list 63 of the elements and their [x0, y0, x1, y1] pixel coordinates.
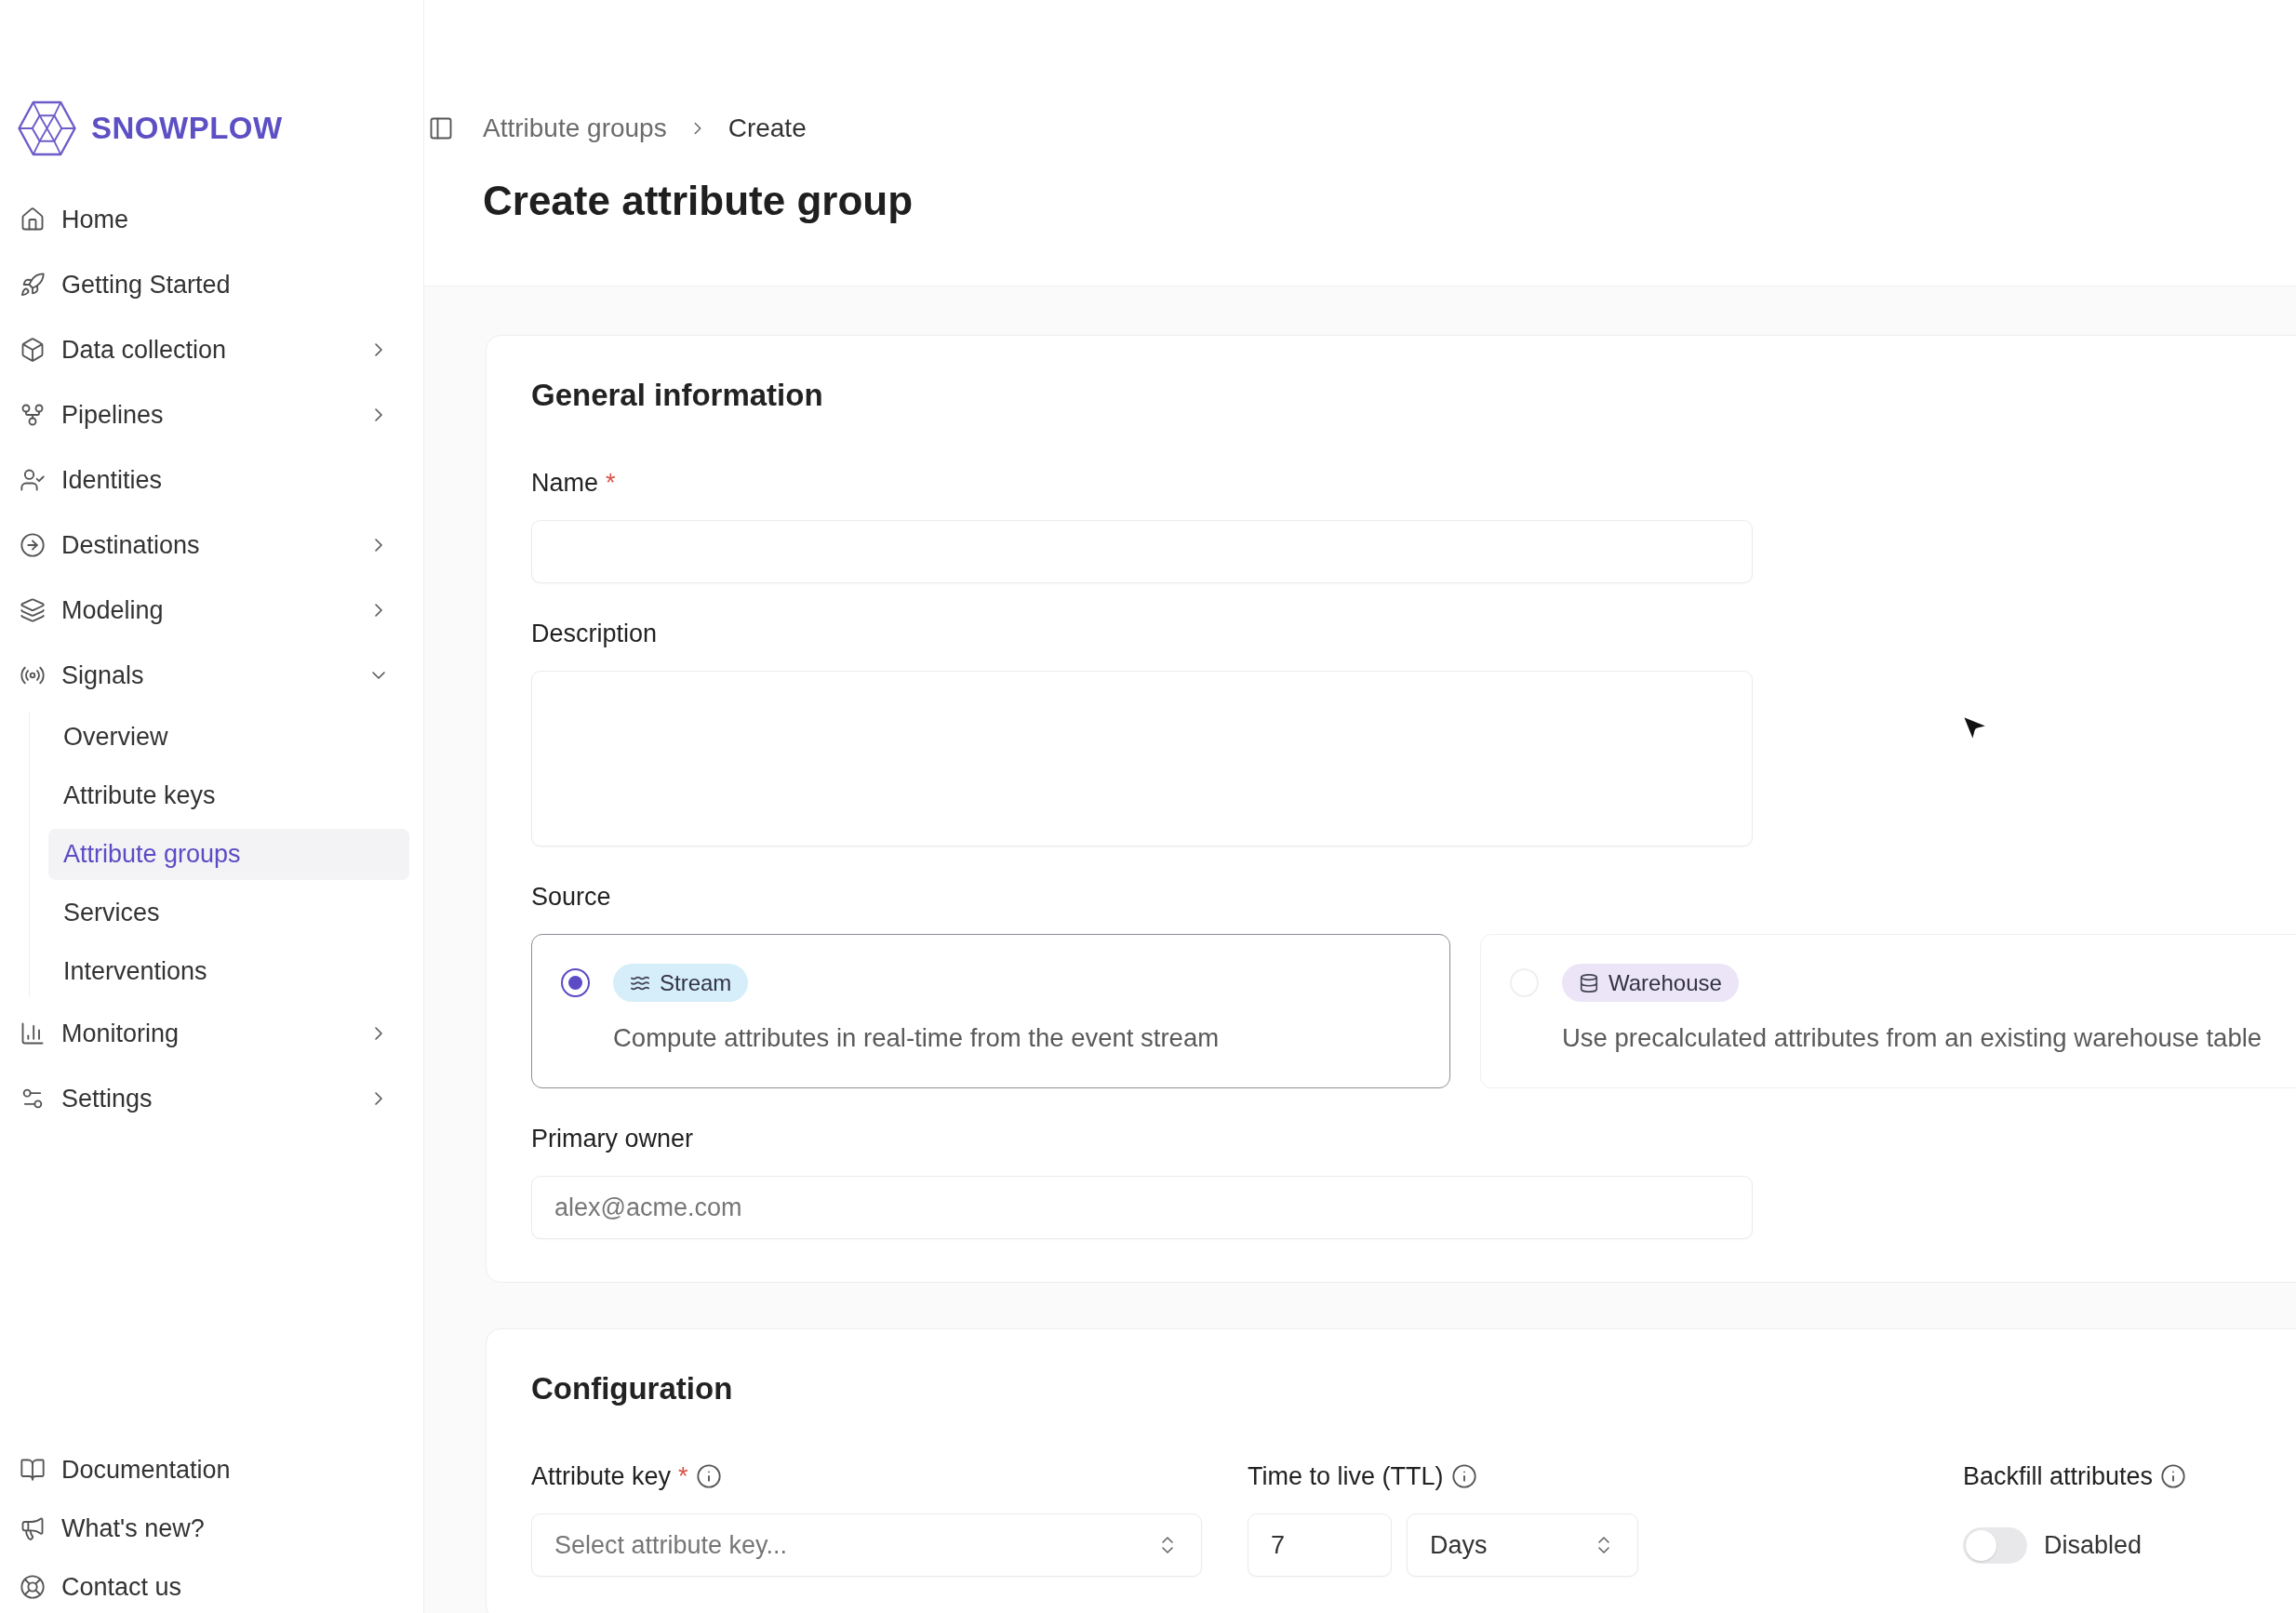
toggle-status-text: Disabled	[2044, 1530, 2142, 1560]
breadcrumb-current: Create	[728, 113, 807, 143]
nav-item[interactable]: Home	[0, 191, 409, 248]
section-title: Configuration	[531, 1370, 734, 1407]
house-icon	[20, 207, 46, 233]
nav-item[interactable]: Settings	[0, 1070, 409, 1127]
breadcrumb-link[interactable]: Attribute groups	[483, 113, 667, 143]
required-mark: *	[606, 468, 616, 498]
logo-icon	[18, 100, 76, 156]
field-label: Primary owner	[531, 1124, 694, 1153]
rocket-icon	[20, 272, 46, 298]
nav-subitem[interactable]: Attribute keys	[48, 770, 409, 821]
cube-icon	[20, 337, 46, 363]
layers-icon	[20, 597, 46, 623]
source-option-card[interactable]: Warehouse Use precalculated attributes from an existing warehouse table	[1480, 934, 2296, 1088]
field-label: Attribute key	[531, 1461, 672, 1491]
required-mark: *	[678, 1461, 688, 1491]
nav-item[interactable]: Destinations	[0, 516, 409, 574]
ttl-input[interactable]: 7	[1248, 1513, 1392, 1577]
sidebar-toggle-icon[interactable]	[428, 115, 454, 141]
nav-item[interactable]: Modeling	[0, 581, 409, 639]
megaphone-icon	[20, 1515, 46, 1541]
database-icon	[1579, 972, 1599, 993]
unit-select[interactable]: Days	[1407, 1513, 1638, 1577]
nav-item[interactable]: Getting Started	[0, 256, 409, 313]
field-label: Name	[531, 468, 599, 498]
option-description: Compute attributes in real-time from the event stream	[613, 1022, 1220, 1054]
nav-item[interactable]: Contact us	[0, 1561, 409, 1613]
arrow-circle-icon	[20, 532, 46, 558]
field-label: Description	[531, 619, 658, 648]
nav-subitem[interactable]: Services	[48, 887, 409, 939]
nav-item[interactable]: What's new?	[0, 1502, 409, 1554]
page-title: Create attribute group	[483, 177, 914, 225]
bar-chart-icon	[20, 1020, 46, 1046]
info-icon[interactable]	[695, 1463, 722, 1489]
field-label: Time to live (TTL)	[1248, 1461, 1444, 1491]
attribute-key-select[interactable]: Select attribute key...	[531, 1513, 1202, 1577]
nav-item[interactable]: Monitoring	[0, 1005, 409, 1062]
info-icon[interactable]	[1450, 1463, 1477, 1489]
nav-item[interactable]: Data collection	[0, 321, 409, 379]
radio-button[interactable]	[561, 968, 590, 997]
field-label: Source	[531, 882, 611, 912]
nav-subitem[interactable]: Overview	[48, 712, 409, 763]
lifebuoy-icon	[20, 1574, 46, 1600]
nav-subitem[interactable]: Attribute groups	[48, 829, 409, 880]
source-option-card[interactable]: Stream Compute attributes in real-time from the event stream	[531, 934, 1450, 1088]
nav-item[interactable]: Pipelines	[0, 386, 409, 444]
user-check-icon	[20, 467, 46, 493]
logo-text: SNOWPLOW	[91, 111, 283, 146]
field-label: Backfill attributes	[1963, 1461, 2154, 1491]
backfill-toggle[interactable]	[1963, 1526, 2027, 1564]
info-icon[interactable]	[2160, 1463, 2187, 1489]
book-icon	[20, 1457, 46, 1483]
nav-item[interactable]: Documentation	[0, 1444, 409, 1496]
nav-item[interactable]: Signals	[0, 647, 409, 704]
source-tag-text: Warehouse	[1609, 969, 1722, 996]
nav-subitem[interactable]: Interventions	[48, 946, 409, 997]
nav-item[interactable]: Identities	[0, 451, 409, 509]
source-tag-text: Stream	[660, 969, 732, 996]
section-title: General information	[531, 377, 824, 414]
option-description: Use precalculated attributes from an existing warehouse table	[1562, 1022, 2263, 1054]
owner-input[interactable]: alex@acme.com	[531, 1176, 1753, 1239]
fork-icon	[20, 402, 46, 428]
